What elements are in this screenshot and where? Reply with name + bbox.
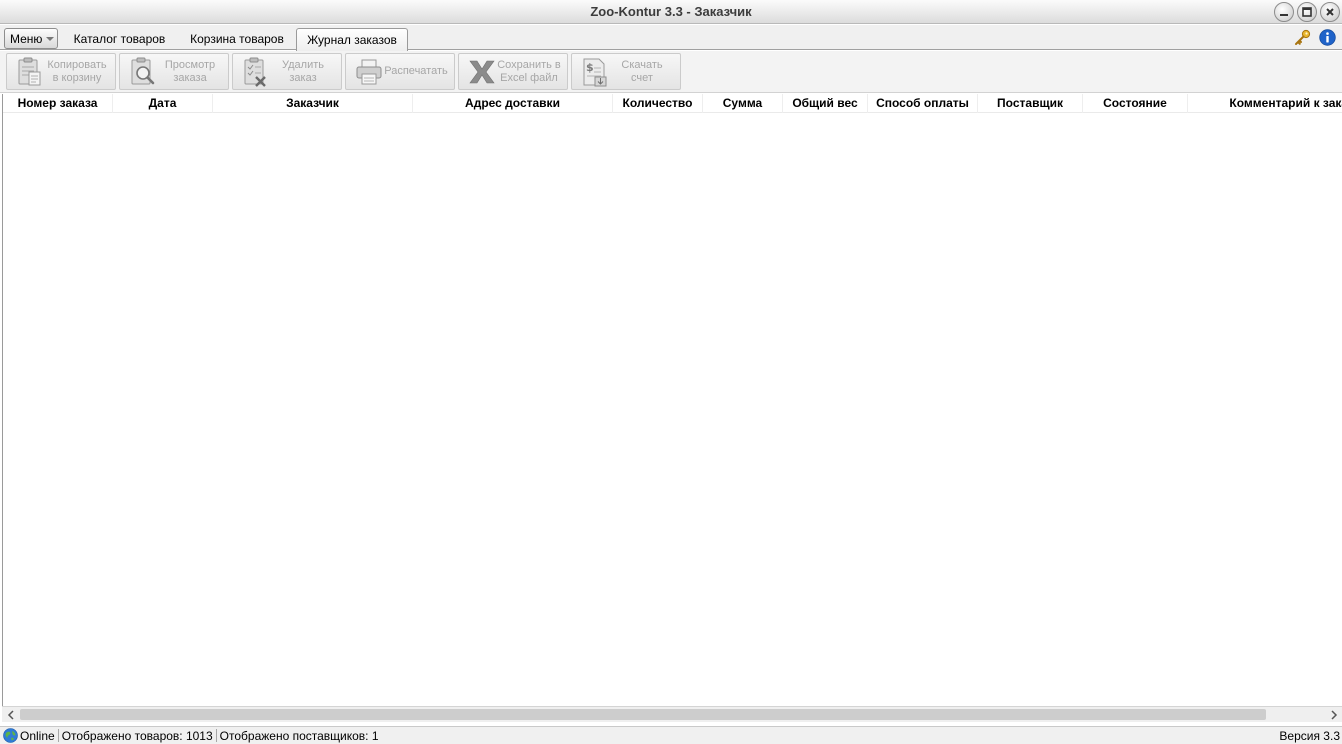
- menu-button[interactable]: Меню: [4, 28, 58, 49]
- toolbar: Копировать в корзину Просмотр заказа Уда…: [0, 51, 1342, 93]
- download-invoice-button[interactable]: $ Скачать счет: [571, 53, 681, 90]
- print-label: Распечатать: [384, 65, 448, 77]
- column-header-quantity[interactable]: Количество: [613, 94, 703, 113]
- column-header-payment-method[interactable]: Способ оплаты: [868, 94, 978, 113]
- suppliers-count: Отображено поставщиков: 1: [219, 728, 379, 743]
- column-header-sum[interactable]: Сумма: [703, 94, 783, 113]
- save-excel-button[interactable]: Сохранить в Excel файл: [458, 53, 568, 90]
- maximize-icon: [1302, 7, 1312, 17]
- tab-label: Каталог товаров: [73, 32, 166, 46]
- tab-cart[interactable]: Корзина товаров: [180, 28, 294, 50]
- label-line: Сохранить в: [497, 58, 561, 71]
- clipboard-delete-icon: [244, 57, 266, 87]
- minimize-icon: [1280, 14, 1288, 16]
- maximize-button[interactable]: [1297, 2, 1317, 22]
- horizontal-scrollbar[interactable]: [2, 706, 1342, 722]
- view-order-label: Просмотр заказа: [158, 59, 228, 85]
- window-controls: [1274, 2, 1340, 22]
- status-divider: [57, 729, 59, 742]
- label-line: Просмотр: [164, 58, 216, 71]
- top-right-icons: [1294, 29, 1336, 46]
- download-invoice-label: Скачать счет: [610, 59, 680, 85]
- table-header: Номер заказа Дата Заказчик Адрес доставк…: [3, 94, 1342, 113]
- column-header-customer[interactable]: Заказчик: [213, 94, 413, 113]
- label-line: Скачать: [621, 58, 663, 71]
- delete-order-button[interactable]: Удалить заказ: [232, 53, 342, 90]
- copy-to-cart-label: Копировать в корзину: [45, 59, 115, 85]
- status-divider: [215, 729, 217, 742]
- tab-label: Корзина товаров: [190, 32, 284, 46]
- clipboard-copy-icon: [18, 57, 41, 85]
- version-label: Версия 3.3: [1279, 729, 1340, 743]
- label-line: Копировать: [47, 58, 107, 71]
- printer-icon: [356, 59, 382, 84]
- column-header-order-comment[interactable]: Комментарий к заказу: [1188, 94, 1342, 113]
- chevron-left-icon: [7, 710, 14, 720]
- minimize-button[interactable]: [1274, 2, 1294, 22]
- tab-orders-journal[interactable]: Журнал заказов: [296, 28, 408, 51]
- tab-label: Журнал заказов: [307, 33, 397, 47]
- key-icon[interactable]: [1294, 29, 1311, 46]
- column-header-order-number[interactable]: Номер заказа: [3, 94, 113, 113]
- label-line: Excel файл: [500, 71, 558, 84]
- scroll-left-button[interactable]: [5, 709, 17, 721]
- view-order-button[interactable]: Просмотр заказа: [119, 53, 229, 90]
- close-button[interactable]: [1320, 2, 1340, 22]
- connection-status: Online: [20, 728, 55, 743]
- label-line: заказа: [173, 71, 207, 84]
- info-icon[interactable]: [1319, 29, 1336, 46]
- invoice-download-icon: $: [583, 58, 607, 86]
- column-header-delivery-address[interactable]: Адрес доставки: [413, 94, 613, 113]
- column-header-status[interactable]: Состояние: [1083, 94, 1188, 113]
- svg-text:$: $: [586, 61, 594, 74]
- column-header-date[interactable]: Дата: [113, 94, 213, 113]
- globe-icon: [3, 728, 18, 743]
- orders-table[interactable]: Номер заказа Дата Заказчик Адрес доставк…: [2, 94, 1342, 706]
- column-header-supplier[interactable]: Поставщик: [978, 94, 1083, 113]
- window-title: Zoo-Kontur 3.3 - Заказчик: [590, 4, 752, 19]
- menu-label: Меню: [10, 31, 43, 46]
- delete-order-label: Удалить заказ: [271, 59, 341, 85]
- label-line: счет: [631, 71, 653, 84]
- products-count: Отображено товаров: 1013: [61, 728, 213, 743]
- save-excel-label: Сохранить в Excel файл: [497, 59, 567, 85]
- magnifier-clipboard-icon: [131, 57, 155, 84]
- column-header-total-weight[interactable]: Общий вес: [783, 94, 868, 113]
- excel-icon: [469, 60, 495, 83]
- label-line: в корзину: [52, 71, 102, 84]
- title-bar: Zoo-Kontur 3.3 - Заказчик: [0, 0, 1342, 24]
- chevron-down-icon: [46, 36, 55, 41]
- print-button[interactable]: Распечатать: [345, 53, 455, 90]
- status-bar: Online Отображено товаров: 1013 Отображе…: [0, 726, 1342, 744]
- label-line: заказ: [289, 71, 317, 84]
- tab-bar: Меню Каталог товаров Корзина товаров Жур…: [0, 25, 1342, 51]
- scrollbar-thumb[interactable]: [20, 709, 1266, 720]
- tab-catalog[interactable]: Каталог товаров: [62, 28, 177, 50]
- label-line: Удалить: [282, 58, 324, 71]
- copy-to-cart-button[interactable]: Копировать в корзину: [6, 53, 116, 90]
- chevron-right-icon: [1331, 710, 1338, 720]
- scroll-right-button[interactable]: [1328, 709, 1340, 721]
- close-icon: [1326, 8, 1334, 16]
